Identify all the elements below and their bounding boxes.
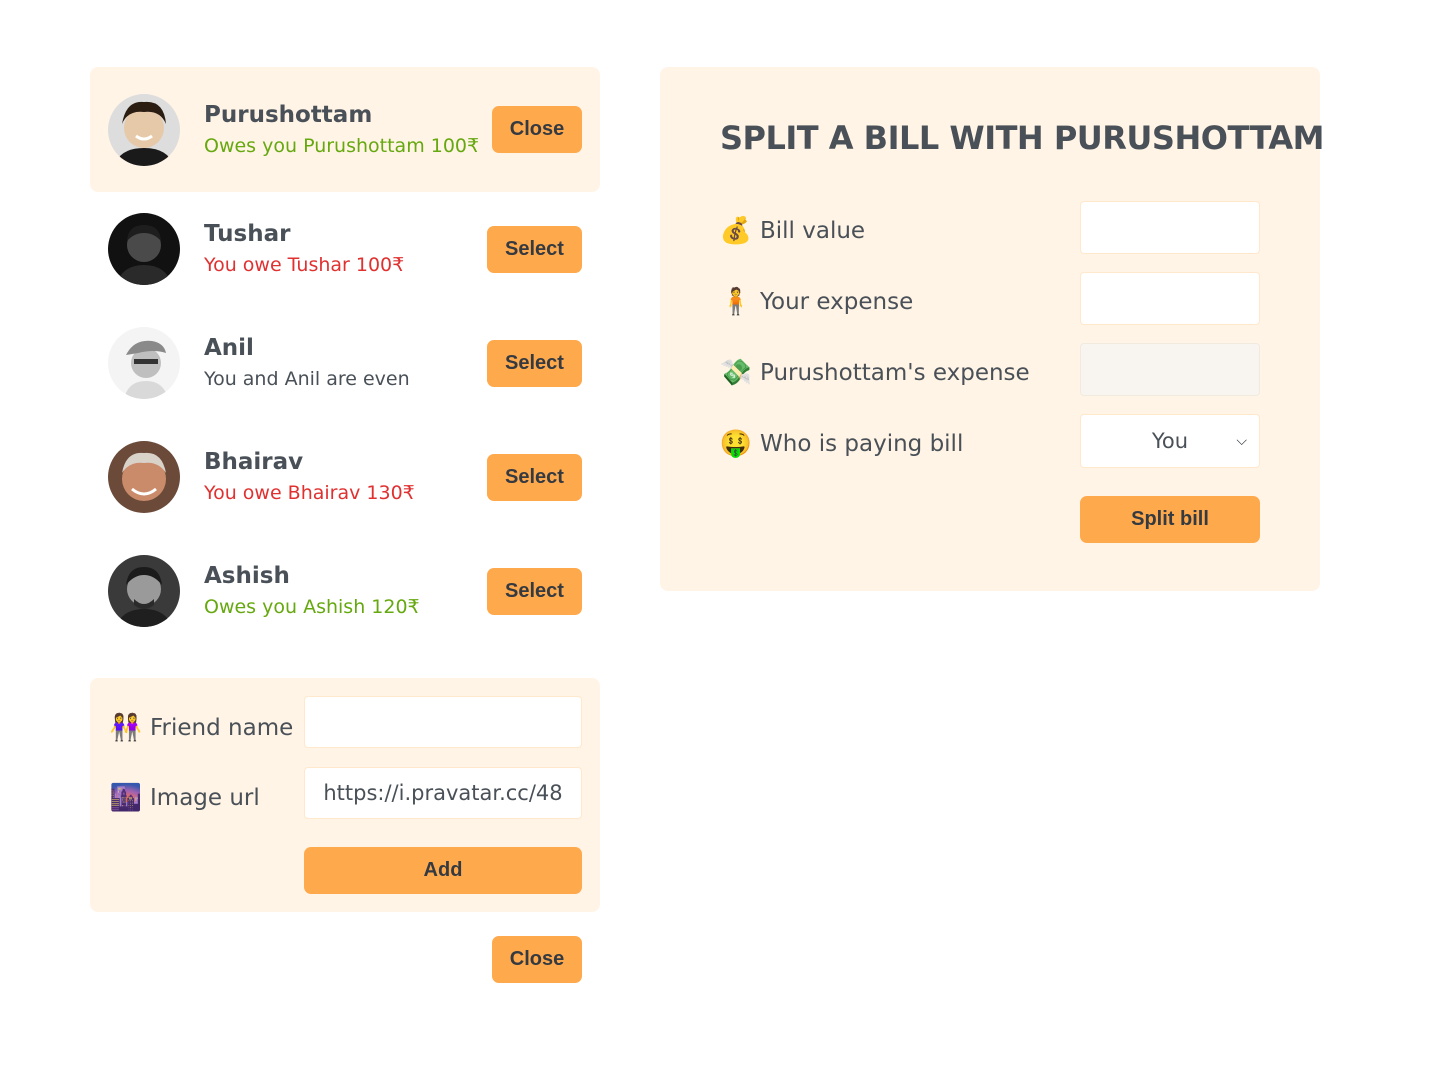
image-url-input[interactable] xyxy=(304,767,582,819)
payer-select[interactable]: You ⌵ xyxy=(1080,414,1260,468)
avatar-tushar xyxy=(108,213,180,285)
friend-name: Anil xyxy=(204,335,254,361)
friend-name: Purushottam xyxy=(204,101,373,128)
friend-info: Tushar You owe Tushar 100₹ xyxy=(204,219,487,279)
friend-balance: Owes you Ashish 120₹ xyxy=(204,596,420,618)
chevron-down-icon: ⌵ xyxy=(1236,433,1247,449)
money-with-wings-icon: 💸 xyxy=(719,358,753,388)
avatar-purushottam xyxy=(108,93,180,166)
friend-item-purushottam: Purushottam Owes you Purushottam 100₹ Cl… xyxy=(90,67,600,192)
two-women-icon: 👭 xyxy=(109,713,143,743)
friend-info: Ashish Owes you Ashish 120₹ xyxy=(204,561,487,621)
friend-name-label-text: Friend name xyxy=(150,715,294,741)
your-expense-label-text: Your expense xyxy=(760,289,914,315)
split-bill-form: SPLIT A BILL WITH PURUSHOTTAM 💰 Bill val… xyxy=(660,67,1324,591)
friends-list: Purushottam Owes you Purushottam 100₹ Cl… xyxy=(90,67,600,648)
person-icon: 🧍 xyxy=(719,287,753,317)
friend-info: Anil You and Anil are even xyxy=(204,333,487,393)
friend-balance: You and Anil are even xyxy=(204,368,410,390)
your-expense-row: 🧍 Your expense xyxy=(720,282,913,322)
friend-expense-input xyxy=(1080,343,1260,396)
friend-info: Bhairav You owe Bhairav 130₹ xyxy=(204,447,487,507)
avatar-ashish xyxy=(108,555,180,627)
friend-expense-row: 💸 Purushottam's expense xyxy=(720,353,1030,393)
bill-value-label-text: Bill value xyxy=(760,218,866,244)
your-expense-input[interactable] xyxy=(1080,272,1260,325)
select-friend-button[interactable]: Select xyxy=(487,225,582,273)
friend-item-tushar: Tushar You owe Tushar 100₹ Select xyxy=(90,192,600,306)
select-friend-button[interactable]: Select xyxy=(487,339,582,387)
friend-name-label: 👭 Friend name xyxy=(110,713,293,743)
money-bag-icon: 💰 xyxy=(719,216,753,246)
bill-value-row: 💰 Bill value xyxy=(720,211,865,251)
friend-item-ashish: Ashish Owes you Ashish 120₹ Select xyxy=(90,534,600,648)
bill-value-input[interactable] xyxy=(1080,201,1260,254)
payer-label-text: Who is paying bill xyxy=(760,431,964,457)
close-form-button[interactable]: Close xyxy=(492,936,582,983)
split-bill-title: SPLIT A BILL WITH PURUSHOTTAM xyxy=(720,119,1324,157)
friend-name: Bhairav xyxy=(204,449,304,475)
payer-select-value: You xyxy=(1151,429,1189,453)
payer-row: 🤑 Who is paying bill xyxy=(719,424,964,464)
friend-item-anil: Anil You and Anil are even Select xyxy=(90,306,600,420)
avatar-bhairav xyxy=(108,441,180,513)
bill-value-label: 💰 Bill value xyxy=(720,216,865,246)
your-expense-label: 🧍 Your expense xyxy=(720,287,913,317)
friend-name: Tushar xyxy=(204,221,291,247)
friend-balance: You owe Bhairav 130₹ xyxy=(204,482,415,504)
money-mouth-face-icon: 🤑 xyxy=(719,429,753,459)
friend-info: Purushottam Owes you Purushottam 100₹ xyxy=(204,100,492,160)
friend-name-row: 👭 Friend name xyxy=(110,708,293,748)
friend-expense-label-text: Purushottam's expense xyxy=(760,360,1030,386)
close-friend-button[interactable]: Close xyxy=(492,106,582,153)
select-friend-button[interactable]: Select xyxy=(487,453,582,501)
friend-expense-label: 💸 Purushottam's expense xyxy=(720,358,1030,388)
friend-balance: You owe Tushar 100₹ xyxy=(204,254,405,276)
image-url-label: 🌆 Image url xyxy=(110,783,260,813)
payer-label: 🤑 Who is paying bill xyxy=(719,429,964,459)
select-friend-button[interactable]: Select xyxy=(487,567,582,615)
sidebar: Purushottam Owes you Purushottam 100₹ Cl… xyxy=(90,67,600,983)
avatar-anil xyxy=(108,327,180,399)
cityscape-icon: 🌆 xyxy=(109,783,143,813)
split-bill-button[interactable]: Split bill xyxy=(1080,496,1260,543)
image-url-row: 🌆 Image url xyxy=(110,778,260,818)
friend-item-bhairav: Bhairav You owe Bhairav 130₹ Select xyxy=(90,420,600,534)
add-friend-form: 👭 Friend name 🌆 Image url Add xyxy=(90,678,600,912)
friend-name: Ashish xyxy=(204,563,290,589)
friend-name-input[interactable] xyxy=(304,696,582,748)
image-url-label-text: Image url xyxy=(150,785,260,811)
add-friend-button[interactable]: Add xyxy=(304,847,582,894)
friend-balance: Owes you Purushottam 100₹ xyxy=(204,134,480,157)
